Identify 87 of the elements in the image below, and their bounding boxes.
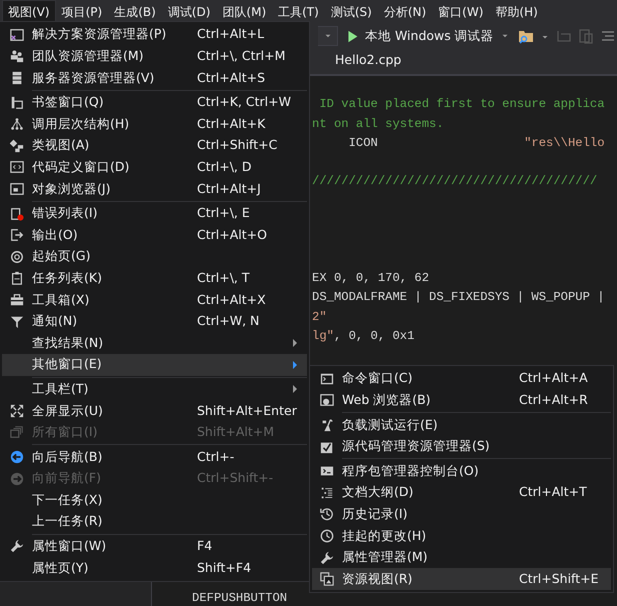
menu-item[interactable]: 书签窗口(Q) Ctrl+K, Ctrl+W [2, 92, 307, 114]
menu-item[interactable]: 属性页(Y) Shift+F4 [2, 557, 307, 579]
server-icon [10, 70, 24, 85]
menu-item[interactable]: 全屏显示(U) Shift+Alt+Enter [2, 400, 307, 422]
hierarchy-icon [10, 117, 24, 132]
menu-title[interactable]: 视图(V) [2, 0, 56, 22]
menu-item[interactable]: 负载测试运行(E) [312, 414, 611, 436]
menu-item[interactable]: 对象浏览器(J) Ctrl+Alt+J [2, 178, 307, 200]
code-text: DS_MODALFRAME | DS_FIXEDSYS | WS_POPUP | [312, 289, 605, 306]
menu-title[interactable]: 窗口(W) [432, 0, 490, 22]
bookmark-icon [10, 96, 24, 110]
code-text: lg" [312, 328, 334, 345]
menu-item[interactable]: 工具箱(X) Ctrl+Alt+X [2, 289, 307, 311]
menu-title[interactable]: 调试(D) [162, 0, 216, 22]
menu-item[interactable]: 类视图(A) Ctrl+Shift+C [2, 134, 307, 157]
code-text: ICON [348, 134, 379, 152]
output-icon [10, 228, 24, 242]
code-text: EX 0, 0, 170, 62 [312, 270, 430, 287]
code-window-icon [10, 160, 24, 174]
menu-item[interactable]: 调用层次结构(H) Ctrl+Alt+K [2, 113, 307, 135]
outline-icon [320, 486, 334, 500]
menu-item[interactable]: 代码定义窗口(D) Ctrl+\, D [2, 156, 307, 178]
code-text: DEFPUSHBUTTON [192, 590, 288, 606]
window-icon [10, 182, 24, 196]
forward-icon [10, 472, 24, 486]
menu-item[interactable]: 查找结果(N) [2, 332, 307, 354]
menu-title[interactable]: 项目(P) [56, 0, 108, 22]
code-text: nt on all systems. [312, 116, 444, 133]
menu-item[interactable]: 源代码管理资源管理器(S) [312, 436, 611, 458]
menu-title[interactable]: 分析(N) [378, 0, 432, 22]
code-text: 2" [312, 308, 327, 326]
windows-icon [10, 425, 24, 440]
menu-item[interactable]: 历史记录(I) [312, 504, 611, 526]
menu-item[interactable]: 向后导航(B) Ctrl+- [2, 446, 307, 468]
menu-item[interactable]: 工具栏(T) [2, 378, 307, 400]
clock-icon [320, 528, 334, 543]
menu-item[interactable]: 解决方案资源管理器(P) Ctrl+Alt+L [2, 24, 307, 46]
globe-window-icon [320, 393, 334, 408]
code-text: ID value placed first to ensure applica [318, 96, 605, 114]
dropdown-button[interactable] [318, 26, 338, 46]
checkbox-icon [320, 440, 334, 454]
menu-item[interactable]: 输出(O) Ctrl+Alt+O [2, 224, 307, 246]
history-icon [320, 507, 334, 522]
menu-item[interactable]: 团队资源管理器(M) Ctrl+\, Ctrl+M [2, 46, 307, 68]
window-icon [10, 28, 24, 42]
menu-item[interactable]: 任务列表(K) Ctrl+\, T [2, 268, 307, 290]
menu-item[interactable]: 程序包管理器控制台(O) [312, 460, 611, 482]
menu-item[interactable]: 其他窗口(E) [2, 354, 307, 376]
menu-item[interactable]: 起始页(G) [2, 246, 307, 268]
menu-title[interactable]: 团队(M) [216, 0, 272, 22]
clipboard-icon [10, 271, 24, 286]
menu-title[interactable]: 工具(T) [272, 0, 325, 22]
code-text: , 0, 0, 0x1 [334, 328, 414, 345]
funnel-icon [10, 314, 24, 329]
file-tab[interactable]: Hello2.cpp [330, 51, 406, 74]
debugger-button[interactable]: 本地 Windows 调试器 [344, 26, 512, 46]
wrench-icon [10, 539, 24, 554]
menu-item[interactable]: 文档大纲(D) Ctrl+Alt+T [312, 482, 611, 504]
menu-item[interactable]: 服务器资源管理器(V) Ctrl+Alt+S [2, 67, 307, 89]
play-icon [346, 30, 359, 42]
menu-title[interactable]: 测试(S) [324, 0, 378, 22]
menu-item[interactable]: 挂起的更改(H) [312, 525, 611, 547]
toolbox-icon [10, 292, 24, 307]
menu-item[interactable]: 属性窗口(W) F4 [2, 536, 307, 558]
menu-item[interactable]: 上一任务(R) [2, 511, 307, 533]
folder-search-icon [518, 28, 534, 44]
menu-item[interactable]: 属性管理器(M) [312, 546, 611, 568]
fullscreen-icon [10, 404, 24, 418]
code-text: /////////////////////////////////////// [312, 173, 598, 190]
menu-item[interactable]: 通知(N) Ctrl+W, N [2, 310, 307, 332]
wrench-icon [320, 550, 334, 565]
paste-icon [578, 28, 594, 44]
menu-item[interactable]: 资源视图(R) Ctrl+Shift+E [312, 568, 611, 590]
menu-item[interactable]: 下一任务(X) [2, 489, 307, 512]
menu-item[interactable]: 错误列表(I) Ctrl+\, E [2, 202, 307, 224]
people-icon [10, 49, 24, 64]
menu-title[interactable]: 帮助(H) [489, 0, 544, 22]
resource-view-icon [320, 572, 334, 586]
menu-item[interactable]: 命令窗口(C) Ctrl+Alt+A [312, 368, 611, 390]
back-icon [10, 450, 24, 464]
error-list-icon [10, 206, 24, 221]
shapes-icon [10, 138, 24, 153]
menu-title[interactable]: 生成(B) [108, 0, 162, 22]
code-text: "res\\Hello [524, 134, 605, 152]
terminal-icon [320, 372, 334, 386]
console-icon [320, 464, 334, 478]
menu-item[interactable]: Web 浏览器(B) Ctrl+Alt+R [312, 390, 611, 412]
